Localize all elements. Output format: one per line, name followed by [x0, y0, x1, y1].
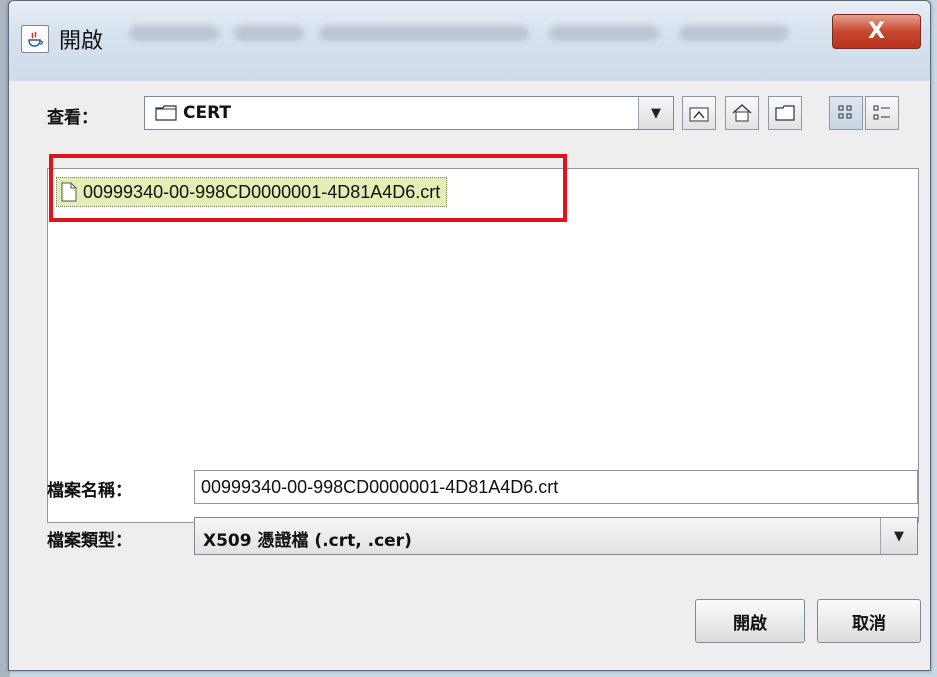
file-type-value: X509 憑證檔 (.crt, .cer): [203, 531, 412, 551]
annotation-highlight-box: [49, 154, 567, 222]
folder-up-icon: [689, 107, 709, 122]
folder-icon: [155, 105, 177, 121]
close-icon: X: [868, 19, 885, 44]
file-name-label: 檔案名稱：: [47, 481, 132, 501]
dialog-body: 查看： CERT ▼ 00999340-00-998CD0000001-4D81…: [19, 81, 921, 661]
look-in-label: 查看：: [47, 108, 98, 128]
details-view-button[interactable]: [865, 96, 899, 130]
new-folder-button[interactable]: [768, 96, 802, 130]
look-in-value: CERT: [183, 103, 232, 123]
file-type-combobox[interactable]: X509 憑證檔 (.crt, .cer) ▼: [194, 517, 918, 555]
window-title: 開啟: [59, 29, 104, 54]
new-folder-icon: [775, 105, 795, 121]
list-view-icon: [838, 105, 852, 119]
close-button[interactable]: X: [832, 14, 921, 49]
up-one-level-button[interactable]: [682, 96, 716, 130]
list-view-button[interactable]: [829, 96, 863, 130]
details-view-icon: [873, 105, 890, 120]
look-in-combobox[interactable]: CERT ▼: [144, 96, 674, 130]
cancel-button[interactable]: 取消: [817, 599, 921, 643]
file-name-field[interactable]: 00999340-00-998CD0000001-4D81A4D6.crt: [194, 470, 918, 504]
title-bar: 開啟 X: [9, 1, 930, 81]
home-button[interactable]: [725, 96, 759, 130]
home-icon: [732, 104, 752, 122]
file-type-label: 檔案類型：: [47, 531, 132, 551]
background-taskbar-blur: [129, 15, 839, 53]
chevron-down-icon[interactable]: ▼: [638, 97, 673, 129]
open-file-dialog: 開啟 X 查看： CERT ▼ 00999340-00-998CD0000001…: [8, 0, 931, 671]
chevron-down-icon[interactable]: ▼: [880, 518, 917, 554]
java-app-icon: [21, 25, 49, 53]
open-button[interactable]: 開啟: [695, 599, 805, 643]
